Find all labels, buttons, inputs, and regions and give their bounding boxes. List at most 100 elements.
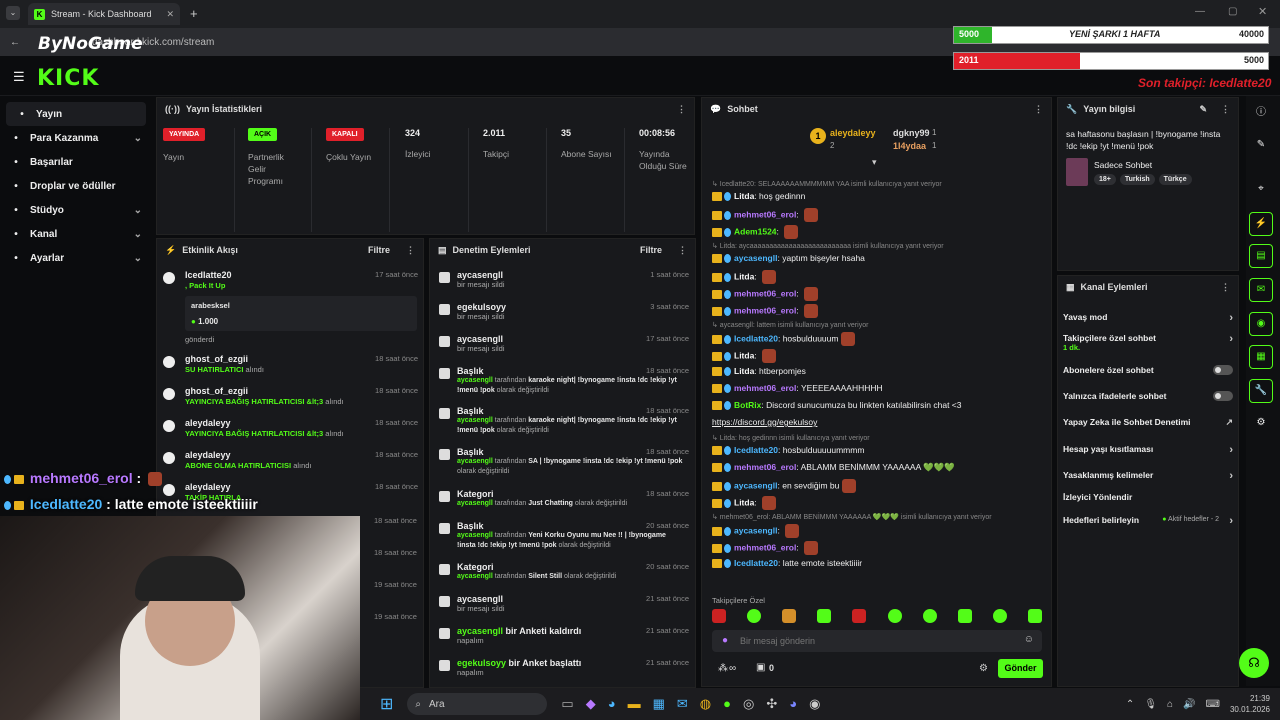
chat-input[interactable] xyxy=(740,633,1010,649)
emote-4-icon[interactable] xyxy=(817,609,832,623)
channel-action-item[interactable]: Yalnızca ifadelerle sohbet xyxy=(1063,391,1233,401)
mod-item[interactable]: aycasengll bir mesajı sildi 1 saat önce xyxy=(437,270,689,289)
chat-username[interactable]: Icedlatte20 xyxy=(734,445,778,455)
tag-chip[interactable]: Türkçe xyxy=(1158,174,1192,185)
tag-chip[interactable]: Turkish xyxy=(1119,174,1155,185)
maximize-icon[interactable]: ▢ xyxy=(1228,6,1237,17)
help-button[interactable]: ☊ xyxy=(1239,648,1269,678)
toggle-switch[interactable] xyxy=(1213,365,1233,375)
chat-more-icon[interactable]: ⋮ xyxy=(1034,104,1043,115)
close-window-icon[interactable]: ✕ xyxy=(1258,5,1267,18)
chat-username[interactable]: Adem1524 xyxy=(734,226,777,236)
rail-chat-icon[interactable]: ✉ xyxy=(1249,278,1273,302)
tray-chevron-icon[interactable]: ⌃ xyxy=(1126,699,1134,710)
activity-item[interactable]: aleydaleyy YAYINCIYA BAĞIŞ HATIRLATICISI … xyxy=(163,418,418,438)
mod-item[interactable]: aycasengll bir mesajı sildi 17 saat önce xyxy=(437,334,689,353)
emote-5-icon[interactable] xyxy=(852,609,867,623)
mod-filter-button[interactable]: Filtre xyxy=(640,245,662,255)
emote-10-icon[interactable] xyxy=(1027,609,1042,623)
sidebar-item-3[interactable]: • Droplar ve ödüller xyxy=(0,174,152,198)
mic-tray-icon[interactable]: 🎙 xyxy=(1144,699,1157,710)
chat-username[interactable]: Litda xyxy=(734,366,754,376)
keyboard-icon[interactable]: ⌨ xyxy=(1206,699,1220,710)
sidebar-item-4[interactable]: • Stüdyo ⌄ xyxy=(0,198,152,222)
chat-username[interactable]: mehmet06_erol xyxy=(734,305,796,315)
spotify-icon[interactable]: ● xyxy=(723,696,731,712)
mod-item[interactable]: aycasengll bir Anketi kaldırdı napalım 21 … xyxy=(437,626,689,645)
edge-icon[interactable]: ◕ xyxy=(608,696,616,712)
channel-action-item[interactable]: İzleyici Yönlendir xyxy=(1063,492,1233,502)
chat-username[interactable]: mehmet06_erol xyxy=(734,542,796,552)
pen-icon[interactable]: ✎ xyxy=(1249,134,1273,158)
rail-wrench-icon[interactable]: 🔧 xyxy=(1249,379,1273,403)
info-icon[interactable]: ⓘ xyxy=(1249,102,1273,126)
chat-link[interactable]: https://discord.gg/egekulsoy xyxy=(712,417,1042,427)
chat-username[interactable]: aycasengll xyxy=(734,525,777,535)
chat-username[interactable]: aycasengll xyxy=(734,253,777,263)
points-icon[interactable]: ⁂ xyxy=(718,663,728,674)
windows-start-icon[interactable]: ⊞ xyxy=(380,694,393,714)
network-icon[interactable]: ⌂ xyxy=(1167,699,1173,710)
channel-action-item[interactable]: Abonelere özel sohbet xyxy=(1063,365,1233,375)
mod-item[interactable]: aycasengll bir mesajı sildi 21 saat önce xyxy=(437,594,689,613)
gift-count-icon[interactable]: ▣ xyxy=(756,662,765,673)
tab-list-icon[interactable]: ⌄ xyxy=(6,6,20,20)
obs-icon[interactable]: ◉ xyxy=(809,696,820,712)
chat-username[interactable]: mehmet06_erol xyxy=(734,462,796,472)
chat-username[interactable]: Icedlatte20 xyxy=(734,558,778,568)
top-gifter-1[interactable]: aleydaleyy xyxy=(830,128,876,138)
chat-username[interactable]: mehmet06_erol xyxy=(734,383,796,393)
sidebar-item-5[interactable]: • Kanal ⌄ xyxy=(0,222,152,246)
new-tab-icon[interactable]: + xyxy=(190,6,198,21)
emote-2-icon[interactable] xyxy=(747,609,762,623)
steam-icon[interactable]: ◎ xyxy=(743,696,754,712)
channel-action-item[interactable]: Hedefleri belirleyin ● Aktif hedefler - 2… xyxy=(1063,515,1233,527)
mod-item[interactable]: Başlık aycasengll tarafından karaoke nigh… xyxy=(437,366,689,396)
rail-actions-icon[interactable]: ▦ xyxy=(1249,345,1273,369)
mod-item[interactable]: egekulsoyy bir Anket başlattı napalım 21 s… xyxy=(437,658,689,677)
chat-username[interactable]: aycasengll xyxy=(734,480,777,490)
mod-item[interactable]: Başlık aycasengll tarafından karaoke nigh… xyxy=(437,406,689,436)
activity-item[interactable]: ghost_of_ezgii SU HATIRLATICI alındı 18 sa… xyxy=(163,354,418,374)
chat-username[interactable]: mehmet06_erol xyxy=(734,288,796,298)
chat-username[interactable]: BotRix xyxy=(734,400,761,410)
channel-action-item[interactable]: Yapay Zeka ile Sohbet Denetimi ↗ xyxy=(1063,417,1233,427)
taskbar-search[interactable]: ⌕ Ara xyxy=(407,693,548,715)
expand-chevron-icon[interactable]: ▾ xyxy=(872,157,877,168)
mod-item[interactable]: Kategori aycasengll tarafından Just Chatt… xyxy=(437,489,689,509)
edit-info-icon[interactable]: ✎ xyxy=(1199,104,1207,115)
emote-9-icon[interactable] xyxy=(992,609,1007,623)
discord-icon[interactable]: ◕ xyxy=(789,696,797,712)
top-gifter-3[interactable]: 1l4ydaa xyxy=(893,141,926,151)
send-button[interactable]: Gönder xyxy=(998,659,1043,678)
chat-username[interactable]: Litda xyxy=(734,191,754,201)
stats-more-icon[interactable]: ⋮ xyxy=(677,104,686,115)
sidebar-item-1[interactable]: • Para Kazanma ⌄ xyxy=(0,126,152,150)
minimize-icon[interactable]: — xyxy=(1195,6,1205,17)
activity-item[interactable]: ghost_of_ezgii YAYINCIYA BAĞIŞ HATIRLATIC… xyxy=(163,386,418,406)
app-icon[interactable]: ✣ xyxy=(766,696,777,712)
emote-8-icon[interactable] xyxy=(957,609,972,623)
tag-chip[interactable]: 18+ xyxy=(1094,174,1116,185)
chrome-icon[interactable]: ◍ xyxy=(700,696,711,712)
category-name[interactable]: Sadece Sohbet xyxy=(1094,160,1152,170)
channel-action-item[interactable]: Hesap yaşı kısıtlaması › xyxy=(1063,444,1233,456)
focus-icon[interactable]: ⌖ xyxy=(1249,178,1273,202)
rail-list-icon[interactable]: ▤ xyxy=(1249,244,1273,268)
emote-7-icon[interactable] xyxy=(922,609,937,623)
info-more-icon[interactable]: ⋮ xyxy=(1221,104,1230,115)
channel-action-item[interactable]: Takipçilere özel sohbet 1 dk. › xyxy=(1063,333,1233,352)
clock[interactable]: 21:39 30.01.2026 xyxy=(1230,693,1270,715)
activity-more-icon[interactable]: ⋮ xyxy=(406,245,415,256)
mic-icon[interactable]: ● xyxy=(722,635,728,646)
chat-settings-icon[interactable]: ⚙ xyxy=(979,663,988,674)
mail-icon[interactable]: ✉ xyxy=(677,696,688,712)
back-icon[interactable]: ← xyxy=(10,37,20,48)
rail-settings-icon[interactable]: ⚙ xyxy=(1249,412,1273,436)
store-icon[interactable]: ▦ xyxy=(653,696,665,712)
rail-stream-icon[interactable]: ◉ xyxy=(1249,312,1273,336)
copilot-icon[interactable]: ◆ xyxy=(586,696,596,712)
category-thumbnail[interactable] xyxy=(1066,158,1088,186)
sidebar-item-0[interactable]: • Yayın xyxy=(6,102,146,126)
mod-item[interactable]: Başlık aycasengll tarafından Yeni Korku O… xyxy=(437,521,689,551)
